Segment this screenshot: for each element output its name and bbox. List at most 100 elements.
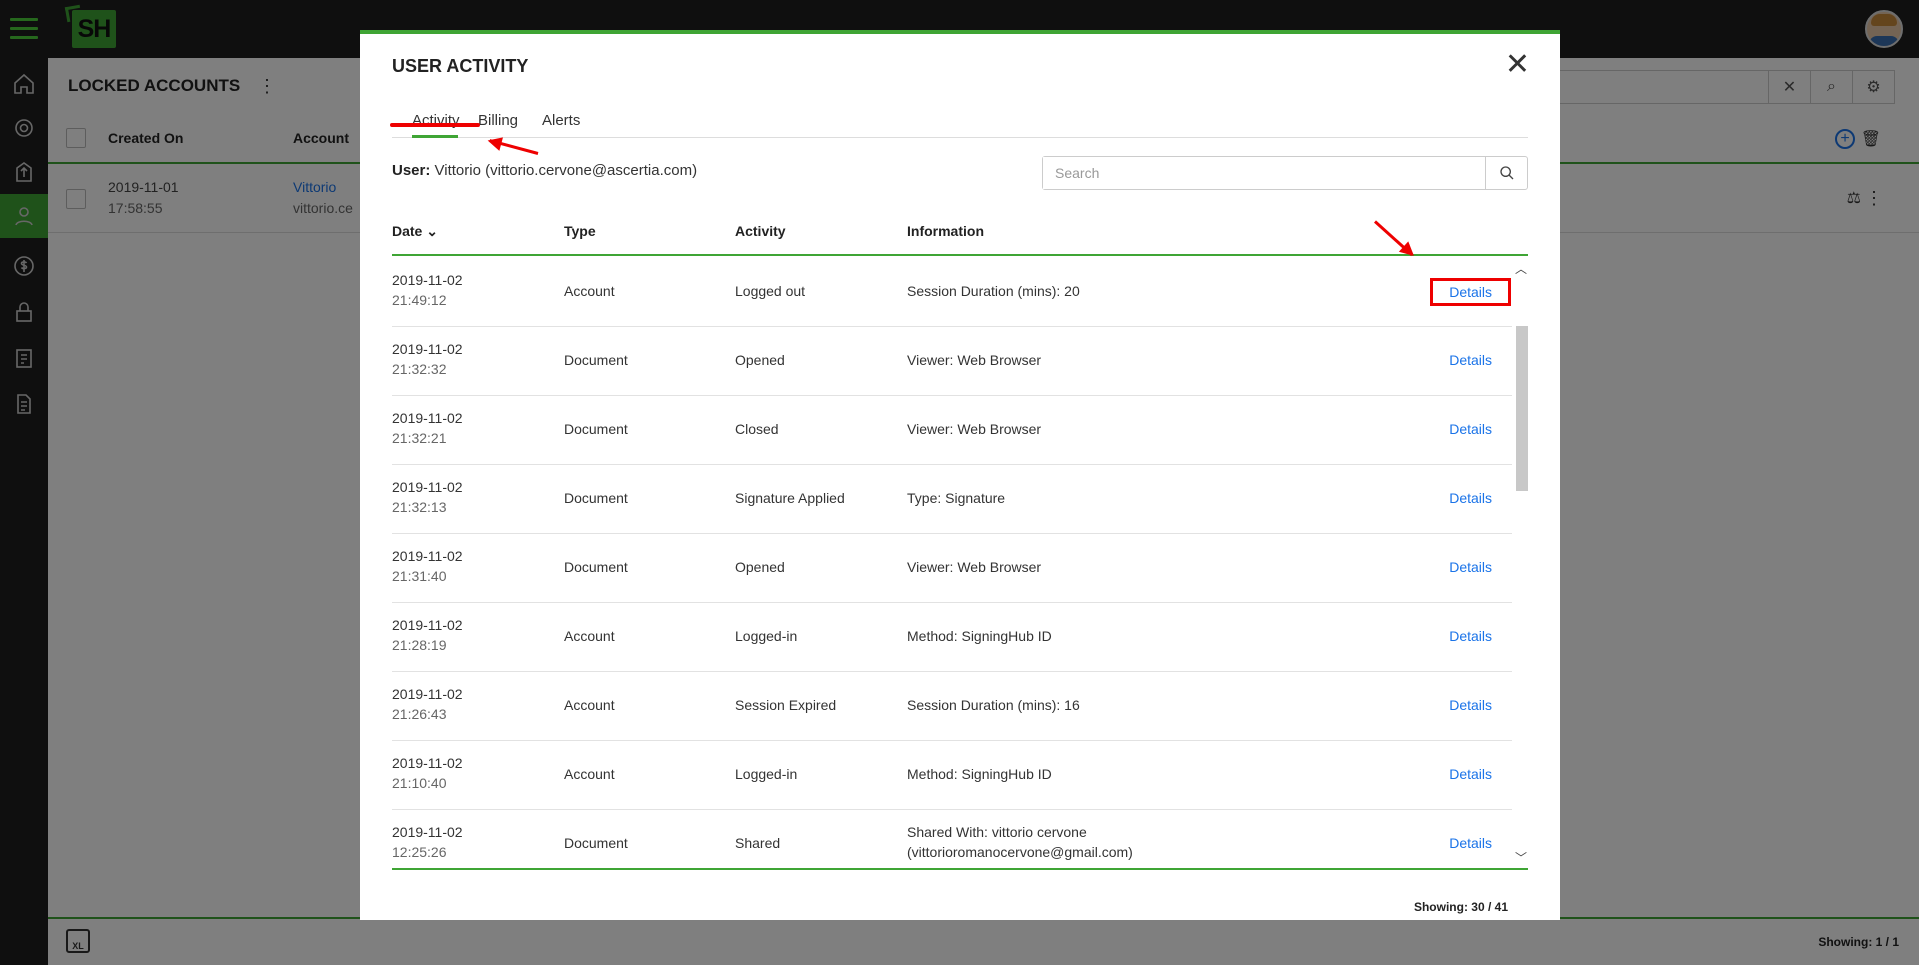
- column-activity[interactable]: Activity: [735, 223, 786, 239]
- details-link[interactable]: Details: [1430, 278, 1511, 306]
- row-information: Viewer: Web Browser: [907, 421, 1041, 441]
- row-time: 21:32:32: [392, 361, 447, 377]
- row-datetime: 2019-11-02 21:32:21: [392, 410, 463, 446]
- row-info-line1: Viewer: Web Browser: [907, 421, 1042, 437]
- user-info: User: Vittorio (vittorio.cervone@ascerti…: [392, 162, 697, 179]
- row-datetime: 2019-11-02 12:25:26: [392, 824, 463, 860]
- row-time: 21:32:13: [392, 499, 447, 515]
- row-information: Method: SigningHub ID: [907, 628, 1052, 648]
- row-time: 21:10:40: [392, 775, 447, 791]
- row-activity: Logged out: [735, 283, 806, 299]
- row-datetime: 2019-11-02 21:32:32: [392, 341, 463, 377]
- row-type: Document: [564, 835, 628, 851]
- row-type: Document: [564, 421, 628, 437]
- row-information: Session Duration (mins): 20: [907, 283, 1080, 303]
- scroll-up-icon[interactable]: ︿: [1514, 260, 1528, 277]
- row-information: Type: Signature: [907, 490, 1005, 510]
- user-activity-modal: USER ACTIVITY ✕ Activity Billing Alerts …: [360, 30, 1560, 920]
- tab-activity[interactable]: Activity: [412, 104, 460, 138]
- row-time: 21:28:19: [392, 637, 447, 653]
- row-type: Account: [564, 697, 615, 713]
- row-info-line1: Viewer: Web Browser: [907, 559, 1042, 575]
- row-date: 2019-11-02: [392, 617, 463, 633]
- column-information[interactable]: Information: [907, 223, 984, 239]
- row-information: Method: SigningHub ID: [907, 766, 1052, 786]
- user-label: User:: [392, 162, 431, 179]
- scrollbar[interactable]: ︿ ﹀: [1514, 258, 1528, 868]
- table-row[interactable]: 2019-11-02 21:10:40 Account Logged-in Me…: [392, 741, 1512, 810]
- details-link[interactable]: Details: [1449, 490, 1492, 506]
- details-link[interactable]: Details: [1449, 766, 1492, 782]
- row-activity: Opened: [735, 352, 785, 368]
- row-date: 2019-11-02: [392, 341, 463, 357]
- row-info-line1: Session Duration (mins): 16: [907, 697, 1080, 713]
- tab-alerts[interactable]: Alerts: [542, 104, 580, 138]
- activity-table-header: Date ⌄ Type Activity Information: [392, 216, 1528, 256]
- row-activity: Signature Applied: [735, 490, 845, 506]
- row-date: 2019-11-02: [392, 755, 463, 771]
- row-time: 12:25:26: [392, 844, 447, 860]
- row-time: 21:31:40: [392, 568, 447, 584]
- row-info-line1: Shared With: vittorio cervone: [907, 824, 1087, 840]
- tab-billing[interactable]: Billing: [478, 104, 518, 138]
- row-info-line1: Method: SigningHub ID: [907, 766, 1052, 782]
- row-datetime: 2019-11-02 21:26:43: [392, 686, 463, 722]
- row-type: Document: [564, 559, 628, 575]
- tab-bar: Activity Billing Alerts: [392, 104, 1528, 138]
- row-activity: Shared: [735, 835, 781, 851]
- scrollbar-thumb[interactable]: [1516, 326, 1528, 491]
- row-time: 21:32:21: [392, 430, 447, 446]
- scroll-down-icon[interactable]: ﹀: [1514, 849, 1528, 866]
- details-link[interactable]: Details: [1449, 835, 1492, 851]
- row-info-line1: Viewer: Web Browser: [907, 352, 1042, 368]
- table-row[interactable]: 2019-11-02 21:32:21 Document Closed View…: [392, 396, 1512, 465]
- row-datetime: 2019-11-02 21:31:40: [392, 548, 463, 584]
- row-date: 2019-11-02: [392, 272, 463, 288]
- row-date: 2019-11-02: [392, 548, 463, 564]
- column-type[interactable]: Type: [564, 223, 596, 239]
- chevron-down-icon: ⌄: [426, 223, 438, 239]
- row-type: Account: [564, 283, 615, 299]
- search-icon[interactable]: [1485, 157, 1527, 189]
- row-type: Document: [564, 352, 628, 368]
- row-information: Session Duration (mins): 16: [907, 697, 1080, 717]
- row-info-line2: (vittorioromanocervone@gmail.com): [907, 844, 1133, 860]
- row-information: Shared With: vittorio cervone (vittorior…: [907, 824, 1133, 860]
- activity-search: [1042, 156, 1528, 190]
- row-activity: Session Expired: [735, 697, 837, 713]
- row-activity: Logged-in: [735, 628, 798, 644]
- row-date: 2019-11-02: [392, 686, 463, 702]
- table-row[interactable]: 2019-11-02 12:25:26 Document Shared Shar…: [392, 810, 1512, 868]
- row-type: Document: [564, 490, 628, 506]
- details-link[interactable]: Details: [1449, 352, 1492, 368]
- search-input[interactable]: [1043, 157, 1485, 189]
- row-type: Account: [564, 628, 615, 644]
- table-row[interactable]: 2019-11-02 21:49:12 Account Logged out S…: [392, 258, 1512, 327]
- row-information: Viewer: Web Browser: [907, 559, 1041, 579]
- table-row[interactable]: 2019-11-02 21:31:40 Document Opened View…: [392, 534, 1512, 603]
- table-row[interactable]: 2019-11-02 21:32:13 Document Signature A…: [392, 465, 1512, 534]
- close-icon[interactable]: ✕: [1505, 50, 1530, 80]
- details-link[interactable]: Details: [1449, 421, 1492, 437]
- row-datetime: 2019-11-02 21:10:40: [392, 755, 463, 791]
- column-date[interactable]: Date ⌄: [392, 223, 438, 240]
- row-info-line1: Session Duration (mins): 20: [907, 283, 1080, 299]
- row-datetime: 2019-11-02 21:49:12: [392, 272, 463, 308]
- details-link[interactable]: Details: [1449, 697, 1492, 713]
- user-value: Vittorio (vittorio.cervone@ascertia.com): [434, 162, 698, 179]
- row-info-line1: Method: SigningHub ID: [907, 628, 1052, 644]
- row-type: Account: [564, 766, 615, 782]
- row-datetime: 2019-11-02 21:28:19: [392, 617, 463, 653]
- table-row[interactable]: 2019-11-02 21:32:32 Document Opened View…: [392, 327, 1512, 396]
- activity-table[interactable]: ︿ ﹀ 2019-11-02 21:49:12 Account Logged o…: [392, 258, 1528, 870]
- details-link[interactable]: Details: [1449, 559, 1492, 575]
- row-date: 2019-11-02: [392, 410, 463, 426]
- row-information: Viewer: Web Browser: [907, 352, 1041, 372]
- row-activity: Closed: [735, 421, 779, 437]
- table-row[interactable]: 2019-11-02 21:26:43 Account Session Expi…: [392, 672, 1512, 741]
- modal-title: USER ACTIVITY: [392, 56, 529, 76]
- table-row[interactable]: 2019-11-02 21:28:19 Account Logged-in Me…: [392, 603, 1512, 672]
- row-datetime: 2019-11-02 21:32:13: [392, 479, 463, 515]
- row-time: 21:26:43: [392, 706, 447, 722]
- details-link[interactable]: Details: [1449, 628, 1492, 644]
